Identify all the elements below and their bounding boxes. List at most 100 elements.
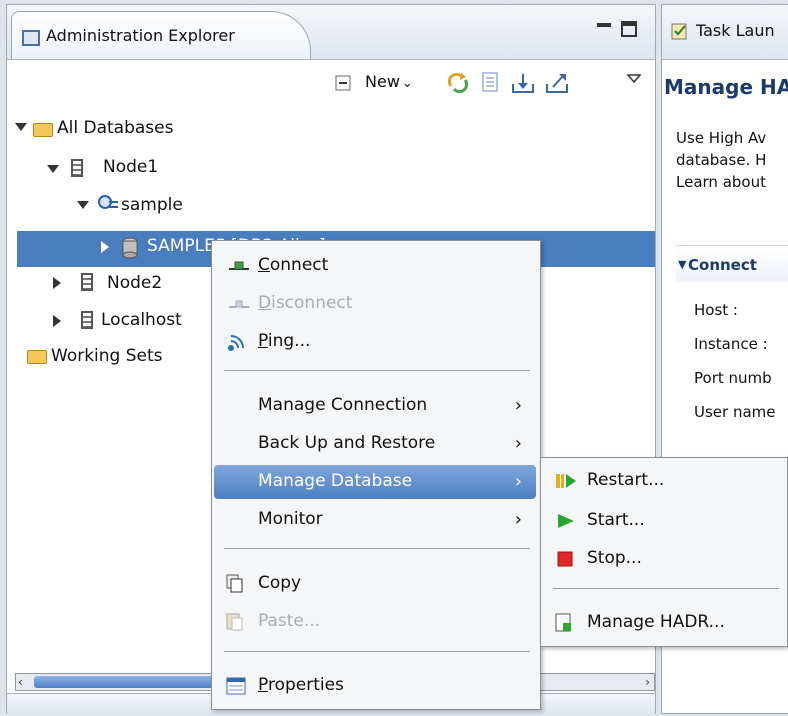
menu-label: Start... xyxy=(587,510,645,530)
menu-item-manage-database[interactable]: Manage Database › xyxy=(214,465,536,499)
menu-label: Restart... xyxy=(587,470,665,490)
menu-label: Monitor xyxy=(258,509,323,529)
mnemonic: C xyxy=(258,255,270,275)
submenu-item-stop[interactable]: Stop... xyxy=(543,542,783,576)
node-icon xyxy=(81,273,93,291)
submenu-arrow-icon: › xyxy=(514,471,522,492)
menu-item-monitor[interactable]: Monitor › xyxy=(214,503,536,537)
menu-separator xyxy=(224,548,530,549)
connection-section-header[interactable]: ▼ Connect xyxy=(676,245,788,282)
collapsed-twisty-icon[interactable] xyxy=(101,241,109,253)
description-line: database. H xyxy=(676,151,767,169)
start-icon xyxy=(558,514,574,528)
menu-item-ping[interactable]: Ping... xyxy=(214,325,536,359)
manage-database-submenu: Restart... Start... Stop... Manage HADR.… xyxy=(540,457,788,647)
chevron-down-icon: ⌄ xyxy=(401,76,413,91)
expanded-twisty-icon[interactable] xyxy=(77,201,89,209)
export-icon[interactable] xyxy=(545,72,569,94)
database-icon xyxy=(122,237,138,259)
menu-separator xyxy=(553,588,779,589)
new-button-label: New xyxy=(365,72,400,91)
menu-label: ing... xyxy=(267,331,311,351)
field-label-instance: Instance : xyxy=(694,335,768,353)
connect-icon xyxy=(229,261,249,270)
scrollbar-thumb[interactable] xyxy=(34,676,234,688)
tree-item-working-sets[interactable]: Working Sets xyxy=(51,346,163,366)
menu-label: Stop... xyxy=(587,548,642,568)
menu-label: Manage Database xyxy=(258,471,413,491)
menu-label: Back Up and Restore xyxy=(258,433,436,453)
collapsed-twisty-icon[interactable] xyxy=(53,277,61,289)
page-title: Manage HA xyxy=(664,75,788,99)
tree-item-sample[interactable]: sample xyxy=(121,195,183,215)
scroll-right-icon[interactable]: › xyxy=(645,675,650,689)
expanded-twisty-icon[interactable] xyxy=(47,165,59,173)
view-tab-bar: Task Laun xyxy=(662,5,788,60)
mnemonic: P xyxy=(258,675,268,695)
submenu-arrow-icon: › xyxy=(514,433,522,454)
field-label-port: Port numb xyxy=(694,369,772,387)
view-tab-bar: Administration Explorer xyxy=(7,5,655,60)
minimize-icon[interactable] xyxy=(597,23,611,27)
maximize-icon[interactable] xyxy=(621,21,637,37)
administration-explorer-icon xyxy=(22,30,40,46)
node-icon xyxy=(71,159,83,177)
node-icon xyxy=(81,311,93,329)
import-icon[interactable] xyxy=(511,72,535,94)
scroll-left-icon[interactable]: ‹ xyxy=(18,675,23,689)
menu-label: Paste... xyxy=(258,611,321,631)
view-toolbar: New ⌄ xyxy=(7,60,655,106)
tab-label: Administration Explorer xyxy=(46,26,235,45)
new-button[interactable]: New ⌄ xyxy=(365,72,413,91)
section-title: Connect xyxy=(688,256,757,274)
expanded-twisty-icon[interactable] xyxy=(15,123,27,131)
section-expanded-icon: ▼ xyxy=(678,258,687,271)
menu-label: isconnect xyxy=(271,293,353,313)
description-line: Learn about xyxy=(676,173,766,191)
context-menu: Connect Disconnect Ping... Manage Connec… xyxy=(211,240,541,710)
menu-label: Manage Connection xyxy=(258,395,428,415)
field-label-user-name: User name xyxy=(694,403,776,421)
copy-icon xyxy=(226,574,243,593)
menu-separator xyxy=(224,651,530,652)
submenu-arrow-icon: › xyxy=(514,395,522,416)
submenu-arrow-icon: › xyxy=(514,509,522,530)
collapse-all-icon[interactable] xyxy=(335,75,351,91)
collapsed-twisty-icon[interactable] xyxy=(53,315,61,327)
filter-icon[interactable] xyxy=(481,72,499,92)
tree-item-node1[interactable]: Node1 xyxy=(103,157,158,177)
submenu-item-manage-hadr[interactable]: Manage HADR... xyxy=(543,606,783,640)
ping-icon xyxy=(228,335,244,351)
view-menu-icon[interactable] xyxy=(627,74,641,84)
menu-item-manage-connection[interactable]: Manage Connection › xyxy=(214,389,536,423)
menu-label: Manage HADR... xyxy=(587,612,725,632)
menu-label: roperties xyxy=(267,675,344,695)
disconnect-icon xyxy=(229,300,249,308)
tab-task-launcher[interactable]: Task Laun xyxy=(696,21,775,40)
menu-item-properties[interactable]: Properties xyxy=(214,669,536,703)
menu-separator xyxy=(224,370,530,371)
tree-item-all-databases[interactable]: All Databases xyxy=(57,118,173,138)
manage-hadr-icon xyxy=(555,613,571,632)
properties-icon xyxy=(226,677,246,695)
menu-item-disconnect[interactable]: Disconnect xyxy=(214,287,536,321)
folder-icon xyxy=(33,123,53,137)
stop-icon xyxy=(557,551,573,567)
task-launcher-icon xyxy=(671,23,687,40)
field-label-host: Host : xyxy=(694,301,738,319)
refresh-icon[interactable] xyxy=(447,72,469,94)
folder-icon xyxy=(27,350,47,364)
menu-label: Copy xyxy=(258,573,302,593)
mnemonic: D xyxy=(258,293,272,313)
menu-item-connect[interactable]: Connect xyxy=(214,249,536,283)
menu-item-copy[interactable]: Copy xyxy=(214,567,536,601)
submenu-item-restart[interactable]: Restart... xyxy=(543,464,783,498)
tree-item-node2[interactable]: Node2 xyxy=(107,273,162,293)
menu-item-paste[interactable]: Paste... xyxy=(214,605,536,639)
tab-administration-explorer[interactable]: Administration Explorer xyxy=(11,11,311,59)
restart-icon xyxy=(556,474,576,488)
tree-item-localhost[interactable]: Localhost xyxy=(101,310,182,330)
menu-item-back-up-and-restore[interactable]: Back Up and Restore › xyxy=(214,427,536,461)
submenu-item-start[interactable]: Start... xyxy=(543,504,783,538)
paste-icon xyxy=(226,613,243,631)
